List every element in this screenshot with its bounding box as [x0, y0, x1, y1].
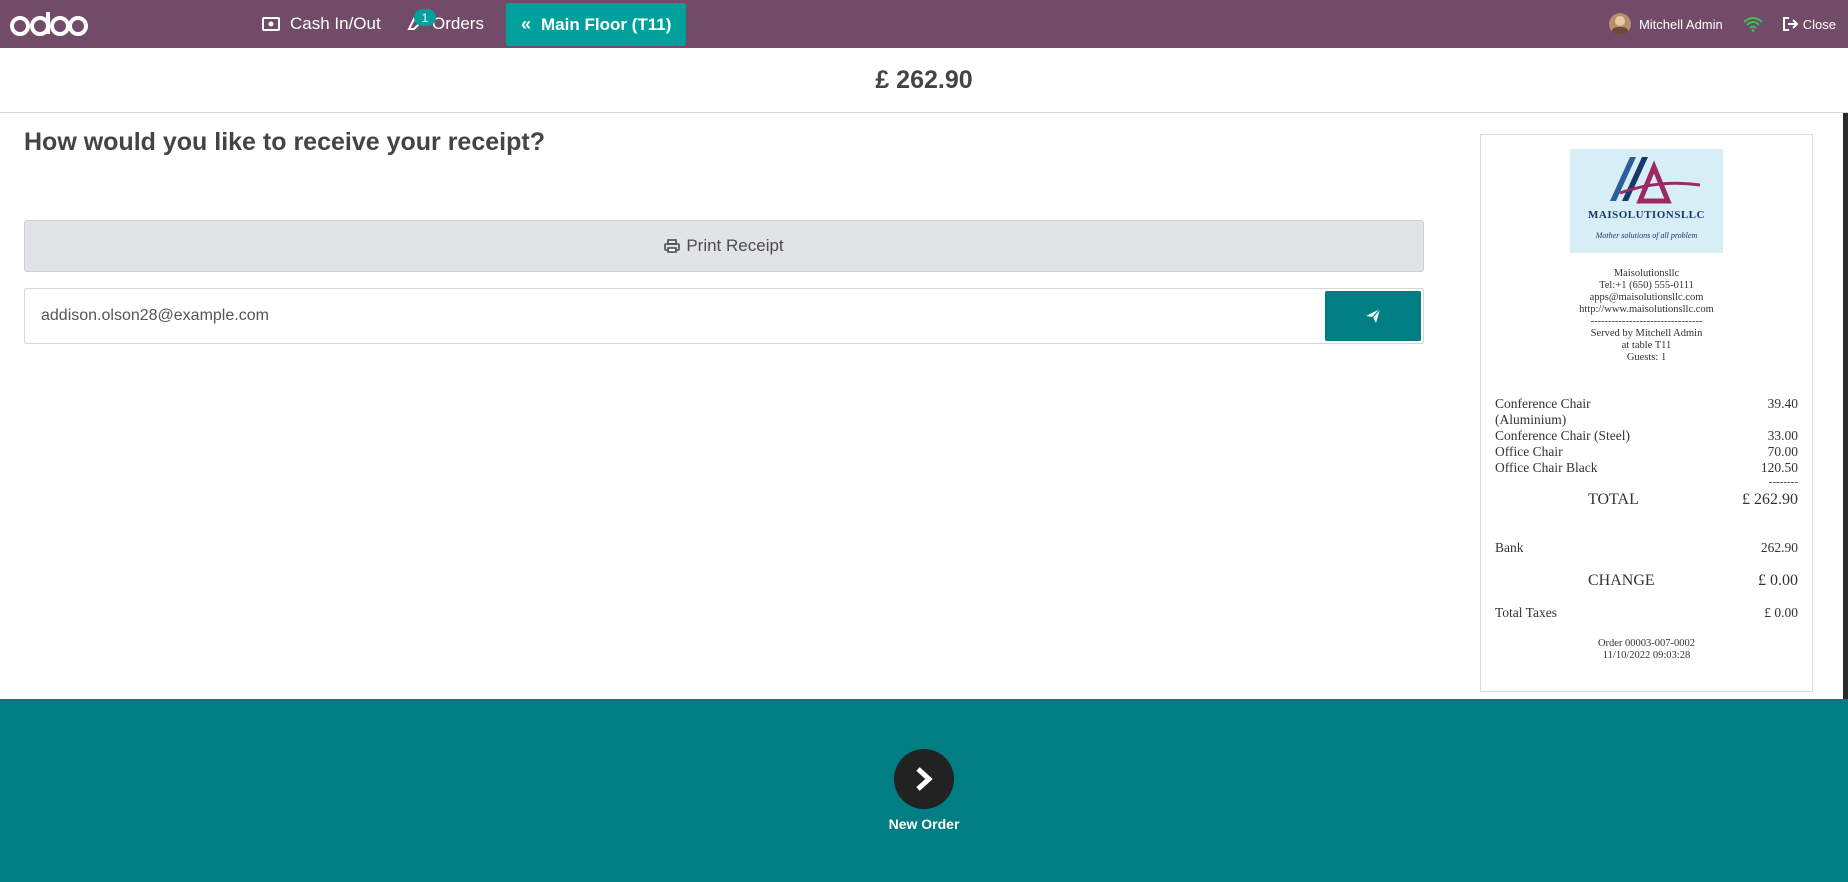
user-menu[interactable]: Mitchell Admin: [1608, 13, 1723, 35]
subtotal-separator: --------: [1768, 476, 1798, 488]
order-line-name: Conference Chair (Aluminium): [1495, 396, 1591, 427]
close-button[interactable]: Close: [1782, 16, 1836, 32]
paper-plane-icon: [1366, 308, 1381, 323]
top-navbar: Cash In/Out Orders 1 « Main Floor (T11) …: [0, 0, 1848, 48]
navbar-right: Mitchell Admin Close: [1608, 0, 1848, 48]
orders-button[interactable]: Orders: [390, 0, 500, 48]
new-order-label: New Order: [888, 816, 960, 832]
logo-tagline: Mother solutions of all problem: [1595, 231, 1698, 240]
cash-in-out-label: Cash In/Out: [290, 14, 381, 33]
order-line-amount: 39.40: [1767, 396, 1798, 411]
sign-out-icon: [1782, 17, 1799, 31]
scrollbar[interactable]: [1843, 113, 1848, 699]
wifi-icon: [1743, 17, 1763, 32]
receipt-preview: MAISOLUTIONSLLC Mother solutions of all …: [1480, 134, 1813, 692]
receipt-question: How would you like to receive your recei…: [24, 128, 545, 156]
orders-count-badge: 1: [414, 9, 436, 26]
payment-method: Bank: [1495, 540, 1524, 555]
avatar: [1608, 13, 1631, 35]
order-line-amount: 70.00: [1767, 444, 1798, 459]
company-email: apps@maisolutionsllc.com: [1589, 292, 1704, 303]
receipt-separator: --------------------------------: [1590, 316, 1703, 327]
email-input[interactable]: [25, 289, 1325, 343]
order-line-name: Conference Chair (Steel): [1495, 428, 1630, 443]
close-label: Close: [1802, 16, 1836, 32]
order-line-name: Office Chair: [1495, 444, 1563, 459]
order-date: 11/10/2022 09:03:28: [1602, 650, 1691, 661]
guests-info: Guests: 1: [1626, 352, 1667, 363]
printer-icon: [664, 239, 681, 253]
new-order-button[interactable]: [894, 749, 954, 809]
cash-in-out-button[interactable]: Cash In/Out: [246, 0, 397, 48]
user-name: Mitchell Admin: [1638, 16, 1723, 32]
main-floor-button[interactable]: « Main Floor (T11): [506, 3, 687, 46]
change-label: CHANGE: [1588, 572, 1655, 589]
order-line-name: Office Chair Black: [1495, 460, 1598, 475]
order-line-amount: 120.50: [1760, 460, 1798, 475]
receipt-header: Maisolutionsllc Tel:+1 (650) 555-0111 ap…: [1481, 268, 1812, 364]
company-logo: MAISOLUTIONSLLC Mother solutions of all …: [1570, 149, 1723, 253]
table-info: at table T11: [1621, 340, 1672, 351]
company-website: http://www.maisolutionsllc.com: [1579, 304, 1714, 315]
order-reference: Order 00003-007-0002: [1597, 638, 1696, 649]
taxes-value: £ 0.00: [1764, 605, 1798, 620]
total-bar: £ 262.90: [0, 48, 1848, 113]
served-by: Served by Mitchell Admin: [1590, 328, 1703, 339]
taxes-label: Total Taxes: [1495, 605, 1557, 620]
send-email-button[interactable]: [1325, 291, 1421, 341]
chevron-right-icon: [916, 767, 933, 791]
receipt-footer: Order 00003-007-0002 11/10/2022 09:03:28: [1481, 638, 1812, 662]
payment-amount: 262.90: [1760, 540, 1798, 555]
company-name: Maisolutionsllc: [1613, 268, 1680, 279]
print-receipt-button[interactable]: Print Receipt: [24, 220, 1424, 272]
email-receipt-form: [24, 288, 1424, 344]
order-total-amount: £ 262.90: [875, 65, 973, 94]
money-icon: [262, 17, 280, 31]
change-value: £ 0.00: [1758, 572, 1798, 589]
print-receipt-label: Print Receipt: [686, 236, 784, 255]
total-label: TOTAL: [1588, 491, 1639, 508]
total-value: £ 262.90: [1742, 491, 1798, 508]
order-line-amount: 33.00: [1767, 428, 1798, 443]
odoo-logo[interactable]: [10, 8, 88, 40]
double-chevron-left-icon: «: [521, 14, 532, 34]
main-floor-label: Main Floor (T11): [541, 14, 672, 34]
logo-title: MAISOLUTIONSLLC: [1588, 209, 1705, 221]
orders-label: Orders: [432, 14, 484, 33]
company-tel: Tel:+1 (650) 555-0111: [1599, 280, 1694, 291]
